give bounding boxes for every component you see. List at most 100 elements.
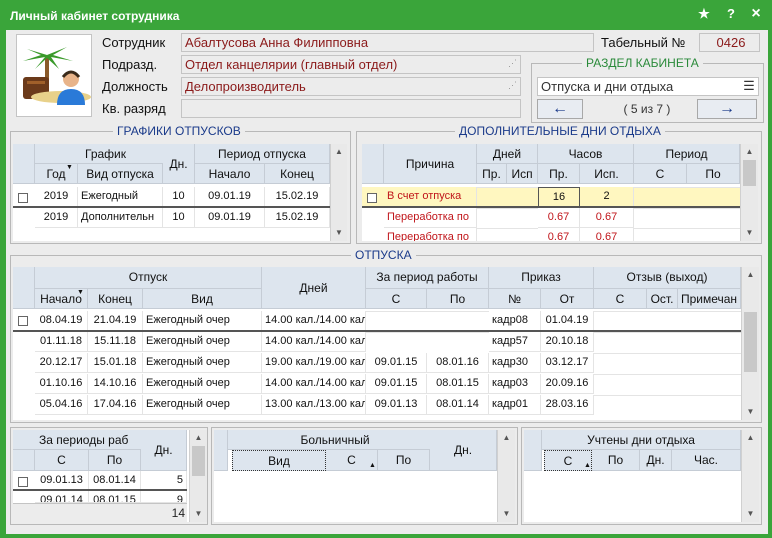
department-field[interactable]: Отдел канцелярии (главный отдел) ⋰: [181, 55, 521, 74]
cell-no[interactable]: кадр03: [489, 374, 541, 394]
row-checkbox[interactable]: [18, 477, 28, 487]
header-reason[interactable]: Причина: [384, 144, 477, 184]
cell-days[interactable]: 14.00 кал./14.00 кал.: [262, 332, 366, 352]
header-days-used[interactable]: Исп: [507, 164, 538, 184]
next-section-button[interactable]: →: [697, 99, 757, 119]
header-start[interactable]: Начало: [195, 164, 265, 184]
header-to[interactable]: По: [378, 450, 430, 471]
header-work-to[interactable]: По: [427, 289, 489, 309]
header-days[interactable]: Дн.: [430, 430, 497, 471]
header-vac-type[interactable]: Вид отпуска: [78, 164, 163, 184]
cell-from[interactable]: [634, 208, 687, 209]
cell-type[interactable]: Ежегодный: [78, 187, 163, 207]
scroll-thumb[interactable]: [744, 312, 757, 372]
cell-end[interactable]: 15.02.19: [265, 208, 330, 228]
cell-start[interactable]: 01.11.18: [35, 332, 88, 352]
cell-reason[interactable]: В счет отпуска: [384, 187, 477, 207]
cell-empty[interactable]: [594, 332, 647, 333]
cell-date[interactable]: 28.03.16: [541, 395, 594, 415]
vacations-grid[interactable]: Отпуск Начало ▼ Конец Вид Дней За период…: [13, 267, 759, 420]
cell-days-planned[interactable]: [477, 228, 507, 229]
cell-days[interactable]: 5: [141, 471, 187, 491]
scroll-up-icon[interactable]: ▲: [498, 432, 515, 444]
cell-reason[interactable]: Переработка по: [384, 228, 477, 241]
cell-days-planned[interactable]: [477, 187, 507, 188]
cell-hours-planned[interactable]: 0.67: [538, 228, 580, 241]
header-order-no[interactable]: №: [489, 289, 541, 309]
cell-wfrom[interactable]: 09.01.13: [366, 395, 427, 415]
cell-date[interactable]: 03.12.17: [541, 353, 594, 373]
cell-type[interactable]: Ежегодный очер: [143, 311, 262, 331]
cell-days-used[interactable]: [507, 208, 538, 209]
periods-grid[interactable]: За периоды раб С По Дн. 09.01.13 08.01.1…: [13, 430, 207, 522]
cell-empty[interactable]: [594, 353, 647, 354]
cell-empty[interactable]: [678, 332, 741, 333]
extra-days-scrollbar[interactable]: ▲ ▼: [740, 144, 758, 241]
cell-days[interactable]: 10: [163, 187, 195, 207]
cell-from[interactable]: 09.01.13: [35, 471, 89, 491]
cell-days[interactable]: 13.00 кал./13.00 кал.: [262, 395, 366, 415]
menu-icon[interactable]: ☰: [740, 78, 758, 95]
cell-empty[interactable]: [678, 311, 741, 312]
cell-type[interactable]: Ежегодный очер: [143, 374, 262, 394]
scroll-down-icon[interactable]: ▼: [331, 227, 347, 239]
cell-no[interactable]: кадр01: [489, 395, 541, 415]
cell-start[interactable]: 08.04.19: [35, 311, 88, 331]
cell-end[interactable]: 21.04.19: [88, 311, 143, 331]
cell-empty[interactable]: [647, 395, 678, 396]
cell-from[interactable]: 09.01.14: [35, 491, 89, 503]
cell-empty[interactable]: [594, 311, 647, 312]
row-checkbox[interactable]: [18, 193, 28, 203]
vacations-scrollbar[interactable]: ▲ ▼: [741, 267, 759, 420]
cell-no[interactable]: кадр30: [489, 353, 541, 373]
cell-empty[interactable]: [647, 332, 678, 333]
cell-to[interactable]: [687, 187, 740, 188]
scroll-down-icon[interactable]: ▼: [742, 508, 759, 520]
cell-start[interactable]: 05.04.16: [35, 395, 88, 415]
cell-to[interactable]: 08.01.15: [89, 491, 141, 503]
cell-days[interactable]: 14.00 кал./14.00 кал.: [262, 311, 366, 331]
cell-wfrom[interactable]: [366, 311, 427, 312]
cell-type[interactable]: Ежегодный очер: [143, 395, 262, 415]
scroll-up-icon[interactable]: ▲: [190, 432, 207, 444]
sick-leave-grid[interactable]: Больничный Вид С ▲ По Дн. ▲ ▼: [214, 430, 515, 522]
scroll-down-icon[interactable]: ▼: [190, 508, 207, 520]
cell-wfrom[interactable]: [366, 332, 427, 333]
header-type[interactable]: Вид: [143, 289, 262, 309]
cell-to[interactable]: [687, 228, 740, 229]
cell-empty[interactable]: [647, 311, 678, 312]
cell-year[interactable]: 2019: [35, 187, 78, 207]
header-to[interactable]: По: [89, 450, 141, 471]
header-end[interactable]: Конец: [88, 289, 143, 309]
cell-end[interactable]: 15.02.19: [265, 187, 330, 207]
periods-scrollbar[interactable]: ▲ ▼: [189, 430, 207, 522]
star-icon[interactable]: ★: [694, 4, 714, 24]
cell-year[interactable]: 2019: [35, 208, 78, 228]
cell-wfrom[interactable]: 09.01.15: [366, 374, 427, 394]
scroll-up-icon[interactable]: ▲: [742, 269, 759, 281]
employee-field[interactable]: Абалтусова Анна Филипповна: [181, 33, 594, 52]
header-to[interactable]: По: [687, 164, 740, 184]
cell-to[interactable]: 08.01.14: [89, 471, 141, 491]
cell-to[interactable]: [687, 208, 740, 209]
cell-reason[interactable]: Переработка по: [384, 208, 477, 228]
cell-type[interactable]: Дополнительн: [78, 208, 163, 228]
header-days-planned[interactable]: Пр.: [477, 164, 507, 184]
cell-date[interactable]: 01.04.19: [541, 311, 594, 331]
rest-days-grid[interactable]: Учтены дни отдыха С ▲ По Дн. Час. ▲ ▼: [524, 430, 759, 522]
cell-hours-used[interactable]: 0.67: [580, 228, 634, 241]
help-icon[interactable]: ?: [721, 4, 741, 24]
cell-start[interactable]: 20.12.17: [35, 353, 88, 373]
cell-empty[interactable]: [678, 353, 741, 354]
cell-end[interactable]: 15.11.18: [88, 332, 143, 352]
cell-type[interactable]: Ежегодный очер: [143, 353, 262, 373]
cell-start[interactable]: 01.10.16: [35, 374, 88, 394]
header-from[interactable]: С: [35, 450, 89, 471]
cell-days[interactable]: 9: [141, 491, 187, 503]
cell-wto[interactable]: 08.01.15: [427, 374, 489, 394]
schedules-scrollbar[interactable]: ▲ ▼: [330, 144, 347, 241]
cell-wto[interactable]: 08.01.14: [427, 395, 489, 415]
cell-days-used[interactable]: [507, 187, 538, 188]
cell-end[interactable]: 14.10.16: [88, 374, 143, 394]
scroll-down-icon[interactable]: ▼: [498, 508, 515, 520]
